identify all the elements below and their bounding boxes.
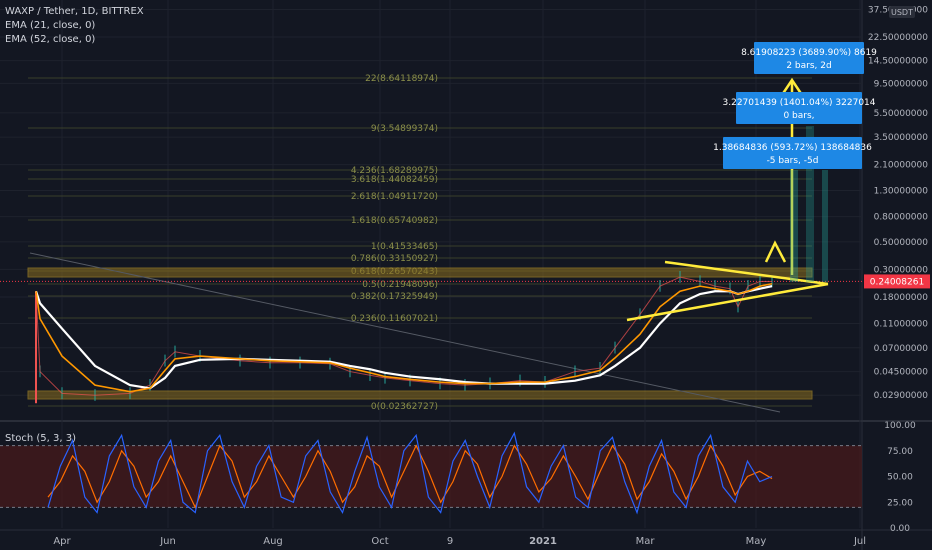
- fib-level-label: 0.236(0.11607021): [351, 314, 438, 324]
- price-tick-label: 2.10000000: [874, 161, 929, 171]
- price-tick-label: 3.50000000: [874, 133, 929, 143]
- time-tick-label: Apr: [53, 536, 71, 547]
- price-tick-label: 0.07000000: [874, 344, 929, 354]
- price-tick-label: 0.18000000: [874, 293, 929, 303]
- unit-label: USDT: [891, 8, 913, 17]
- stoch-tick-label: 100.00: [884, 421, 916, 431]
- price-tick-label: 0.30000000: [874, 265, 929, 275]
- price-tick-label: 0.02900000: [874, 391, 929, 401]
- resistance-zone: [27, 267, 813, 278]
- fib-level-label: 22(8.64118974): [365, 74, 438, 84]
- projection-label-line2: -5 bars, -5d: [767, 156, 819, 166]
- time-tick-label: Jun: [159, 536, 176, 547]
- stoch-tick-label: 75.00: [887, 447, 913, 457]
- price-tick-label: 0.11000000: [874, 319, 929, 329]
- projection-label-line1: 8.61908223 (3689.90%) 8619: [741, 48, 877, 58]
- projection-label-line1: 3.22701439 (1401.04%) 3227014: [723, 98, 876, 108]
- fib-level-label: 3.618(1.44082459): [351, 175, 438, 185]
- stoch-legend: Stoch (5, 3, 3): [5, 433, 77, 444]
- fib-level-label: 0.382(0.17325949): [351, 292, 438, 302]
- support-zone: [27, 390, 813, 400]
- stoch-tick-label: 50.00: [887, 473, 913, 483]
- fib-level-label: 1.618(0.65740982): [351, 216, 438, 226]
- time-tick-label: May: [746, 536, 767, 547]
- projection-bar: [790, 170, 798, 282]
- stoch-tick-label: 25.00: [887, 498, 913, 508]
- ema52-legend: EMA (52, close, 0): [5, 34, 96, 45]
- price-tick-label: 5.50000000: [874, 109, 929, 119]
- time-tick-label: Mar: [636, 536, 656, 547]
- time-tick-label: Aug: [263, 536, 283, 547]
- price-tick-label: 22.50000000: [868, 33, 928, 43]
- price-tick-label: 0.80000000: [874, 213, 929, 223]
- chart-canvas[interactable]: AprJunAugOct92021MarMayJul37.5000000022.…: [0, 0, 932, 550]
- time-tick-label: Oct: [371, 536, 388, 547]
- time-tick-label: Jul: [853, 536, 866, 547]
- symbol-title: WAXP / Tether, 1D, BITTREX: [5, 6, 144, 17]
- price-tick-label: 14.50000000: [868, 57, 928, 67]
- time-tick-label: 2021: [529, 536, 557, 547]
- price-tick-label: 0.50000000: [874, 238, 929, 248]
- fib-level-label: 0.786(0.33150927): [351, 254, 438, 264]
- price-tick-label: 1.30000000: [874, 186, 929, 196]
- fib-level-label: 1(0.41533465): [371, 242, 438, 252]
- fib-level-label: 0(0.02362727): [371, 402, 438, 412]
- projection-bar: [822, 170, 828, 282]
- ema21-legend: EMA (21, close, 0): [5, 20, 96, 31]
- time-tick-label: 9: [447, 536, 453, 547]
- projection-label-line2: 2 bars, 2d: [786, 61, 831, 71]
- price-tick-label: 0.04500000: [874, 368, 929, 378]
- projection-label-line1: 1.38684836 (593.72%) 138684836: [713, 143, 872, 153]
- fib-level-label: 2.618(1.04911720): [351, 192, 438, 202]
- stoch-tick-label: 0.00: [890, 524, 910, 534]
- fib-level-label: 9(3.54899374): [371, 124, 438, 134]
- current-price-label: 0.24008261: [870, 277, 924, 287]
- projection-label-line2: 0 bars,: [783, 111, 814, 121]
- price-tick-label: 9.50000000: [874, 79, 929, 89]
